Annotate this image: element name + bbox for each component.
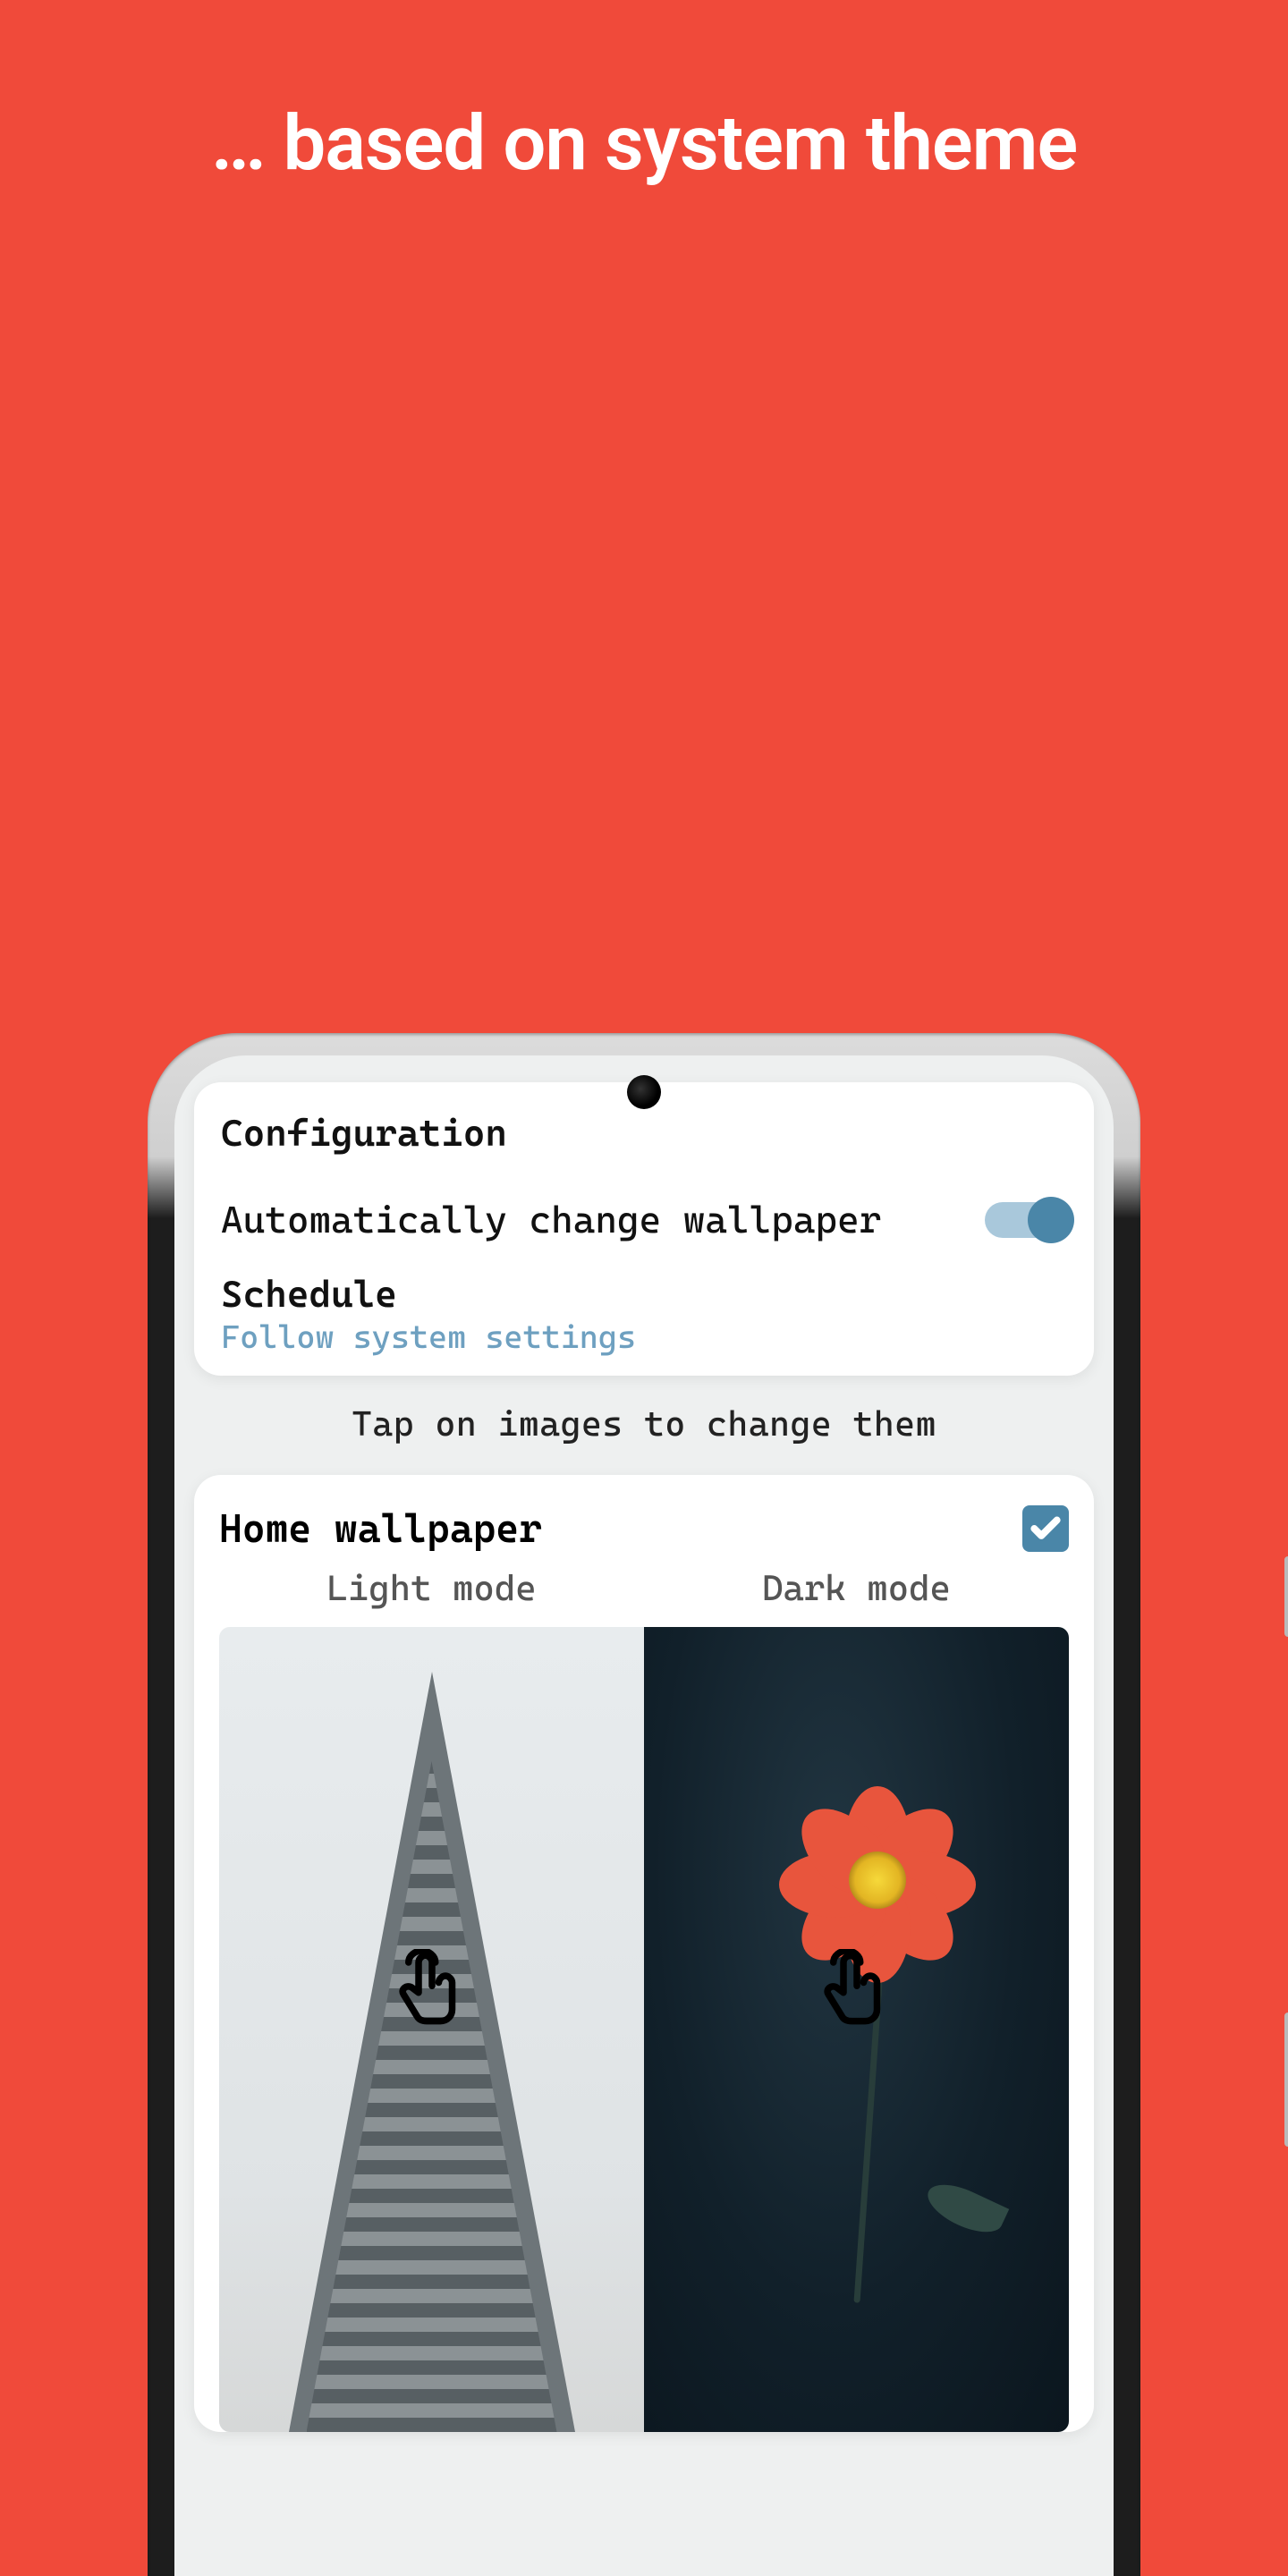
phone-side-button bbox=[1284, 2012, 1288, 2147]
camera-cutout-icon bbox=[627, 1075, 661, 1109]
schedule-row[interactable]: Schedule Follow system settings bbox=[221, 1258, 1067, 1356]
home-wallpaper-card: Home wallpaper Light mode Dark mode bbox=[194, 1475, 1094, 2432]
phone-frame: Configuration Automatically change wallp… bbox=[148, 1033, 1140, 2576]
phone-screen: Configuration Automatically change wallp… bbox=[174, 1055, 1114, 2576]
check-icon bbox=[1029, 1512, 1063, 1546]
home-wallpaper-title: Home wallpaper bbox=[219, 1506, 542, 1552]
promo-headline: … based on system theme bbox=[0, 0, 1288, 188]
schedule-label: Schedule bbox=[221, 1272, 1067, 1316]
tap-icon bbox=[397, 1949, 467, 2029]
building-illustration-icon bbox=[289, 1672, 575, 2432]
flower-leaf-icon bbox=[920, 2175, 1008, 2241]
light-wallpaper-tile[interactable] bbox=[219, 1627, 644, 2432]
light-mode-label: Light mode bbox=[219, 1568, 644, 1609]
tap-icon bbox=[822, 1949, 892, 2029]
flower-stem-icon bbox=[853, 1981, 882, 2303]
schedule-value: Follow system settings bbox=[221, 1319, 1067, 1356]
flower-illustration-icon bbox=[801, 1804, 953, 1956]
toggle-knob-icon bbox=[1028, 1197, 1074, 1243]
wallpaper-images bbox=[219, 1627, 1069, 2432]
configuration-card: Configuration Automatically change wallp… bbox=[194, 1082, 1094, 1376]
auto-change-toggle[interactable] bbox=[985, 1202, 1067, 1238]
dark-mode-label: Dark mode bbox=[644, 1568, 1069, 1609]
mode-labels: Light mode Dark mode bbox=[219, 1568, 1069, 1609]
home-wallpaper-checkbox[interactable] bbox=[1022, 1505, 1069, 1552]
tap-hint: Tap on images to change them bbox=[194, 1404, 1094, 1445]
auto-change-label: Automatically change wallpaper bbox=[221, 1198, 881, 1241]
auto-change-row[interactable]: Automatically change wallpaper bbox=[221, 1182, 1067, 1258]
dark-wallpaper-tile[interactable] bbox=[644, 1627, 1069, 2432]
configuration-title: Configuration bbox=[221, 1111, 1067, 1155]
phone-side-button bbox=[1284, 1556, 1288, 1637]
